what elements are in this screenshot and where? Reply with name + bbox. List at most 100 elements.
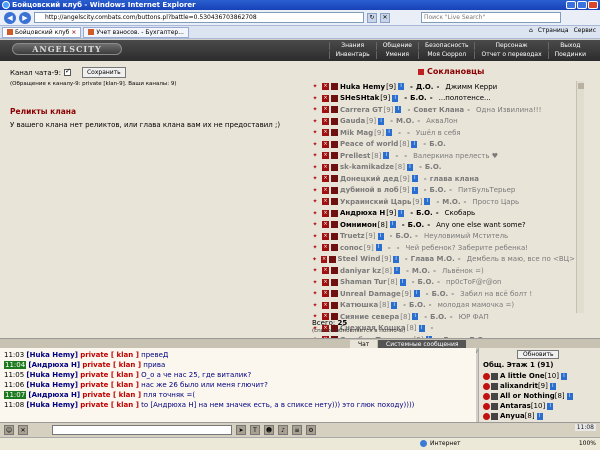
member-name[interactable]: Truetz [340,232,365,240]
nav-skills[interactable]: Умения [375,51,418,59]
online-user-name[interactable]: Anyua [500,412,525,420]
private-message-icon[interactable]: × [322,198,329,206]
nav-knowledge[interactable]: Знания [328,42,376,50]
info-icon[interactable]: i [549,382,556,390]
private-message-icon[interactable]: × [322,209,329,217]
info-icon[interactable]: i [393,255,399,263]
private-message-icon[interactable]: × [322,232,329,240]
search-input[interactable] [421,12,561,23]
nav-my-scroll[interactable]: Моя Сюррол [417,51,475,59]
info-icon[interactable]: i [399,278,406,286]
info-icon[interactable]: i [378,117,385,125]
private-message-icon[interactable]: × [322,175,329,183]
info-icon[interactable]: i [375,244,382,252]
online-user-name[interactable]: All or Nothing [500,392,555,400]
info-icon[interactable]: i [424,198,431,206]
private-message-icon[interactable]: × [322,129,329,137]
nav-transfers-report[interactable]: Отчет о переводах [474,51,547,59]
chat-nick[interactable]: [Huka Hemy] [26,371,78,379]
chat-channel-checkbox[interactable] [63,67,71,76]
member-name[interactable]: Сияние севера [340,313,399,321]
nav-inventory[interactable]: Инвентарь [328,51,376,59]
private-message-icon[interactable]: × [322,83,329,91]
close-icon[interactable] [588,1,598,9]
private-message-icon[interactable]: × [322,290,329,298]
chat-time[interactable]: 11:08 [4,401,24,409]
info-icon[interactable]: i [406,163,413,171]
clear-icon[interactable]: ✕ [18,425,28,435]
member-name[interactable]: Unreal Damage [340,290,401,298]
private-message-icon[interactable]: × [322,106,329,114]
smile-icon[interactable]: ☺ [4,425,14,435]
private-message-icon[interactable]: × [322,244,329,252]
member-name[interactable]: Prellest [340,152,370,160]
info-icon[interactable]: i [566,392,573,400]
info-icon[interactable]: i [536,412,543,420]
online-user-name[interactable]: A little One [500,372,545,380]
private-message-icon[interactable]: × [322,140,329,148]
info-icon[interactable]: i [411,140,418,148]
member-name[interactable]: Huka Hemy [340,83,385,91]
private-message-icon[interactable]: × [322,267,329,275]
info-icon[interactable]: i [547,402,554,410]
private-message-icon[interactable]: × [322,278,329,286]
nav-battles[interactable]: Поединки [547,51,592,59]
forward-button[interactable]: ▶ [19,11,31,24]
private-message-icon[interactable]: × [322,221,329,229]
members-scrollbar[interactable] [576,81,584,313]
close-tab-icon[interactable]: × [71,29,76,36]
private-message-icon[interactable]: × [320,255,328,263]
zoom-level[interactable]: 100% [579,440,596,447]
info-icon[interactable]: i [412,313,419,321]
private-message-icon[interactable]: × [322,163,329,171]
nav-exit[interactable]: Выход [547,42,592,50]
member-name[interactable]: сопос [340,244,363,252]
maximize-icon[interactable] [577,1,587,9]
member-name[interactable]: Катюшка [340,301,378,309]
info-icon[interactable]: i [411,175,418,183]
member-name[interactable]: Shaman Tur [340,278,387,286]
back-button[interactable]: ◀ [4,11,16,24]
page-menu[interactable]: Страница [538,27,569,34]
info-icon[interactable]: i [413,290,420,298]
private-message-icon[interactable]: × [322,117,329,125]
chat-time[interactable]: 11:03 [4,351,24,359]
member-name[interactable]: Mik Mag [340,129,373,137]
stop-icon[interactable]: ✕ [380,12,390,23]
translit-icon[interactable]: T [250,425,260,435]
info-icon[interactable]: i [389,221,396,229]
online-user-name[interactable]: alixandrit [500,382,538,390]
member-name[interactable]: Омнимон [340,221,377,229]
info-icon[interactable]: i [391,301,398,309]
nav-character[interactable]: Персонаж [474,42,547,50]
chat-nick[interactable]: [Huka Hemy] [26,351,78,359]
member-name[interactable]: Андрюха Н [340,209,385,217]
private-message-icon[interactable]: × [322,301,329,309]
chat-time[interactable]: 11:04 [4,361,27,369]
chat-nick[interactable]: [Huka Hemy] [26,401,78,409]
send-icon[interactable]: ➤ [236,425,246,435]
filter-icon[interactable]: ≡ [292,425,302,435]
minimize-icon[interactable] [566,1,576,9]
chat-time[interactable]: 11:05 [4,371,24,379]
refresh-button[interactable]: Обновить [517,350,560,359]
info-icon[interactable]: i [418,324,425,332]
private-message-icon[interactable]: × [322,94,329,102]
home-icon[interactable]: ⌂ [529,27,533,34]
info-icon[interactable]: i [395,106,402,114]
member-name[interactable]: Carrera GT [340,106,383,114]
member-name[interactable]: Peace of world [340,140,398,148]
save-button[interactable]: Сохранить [81,67,126,78]
online-user-name[interactable]: Antaras [500,402,531,410]
member-name[interactable]: Gauda [340,117,365,125]
tab-accounting[interactable]: Учет взносов. - Бухгалтер... [83,26,189,38]
info-icon[interactable]: i [393,267,400,275]
smiles-menu-icon[interactable]: ☻ [264,425,274,435]
chat-nick[interactable]: [Андрюха Н] [28,361,80,369]
info-icon[interactable]: i [398,209,405,217]
member-name[interactable]: sk-kamikadze [340,163,394,171]
info-icon[interactable]: i [561,372,567,380]
refresh-icon[interactable]: ↻ [367,12,377,23]
member-name[interactable]: Украинский Царь [340,198,411,206]
chat-message-input[interactable] [52,425,232,435]
